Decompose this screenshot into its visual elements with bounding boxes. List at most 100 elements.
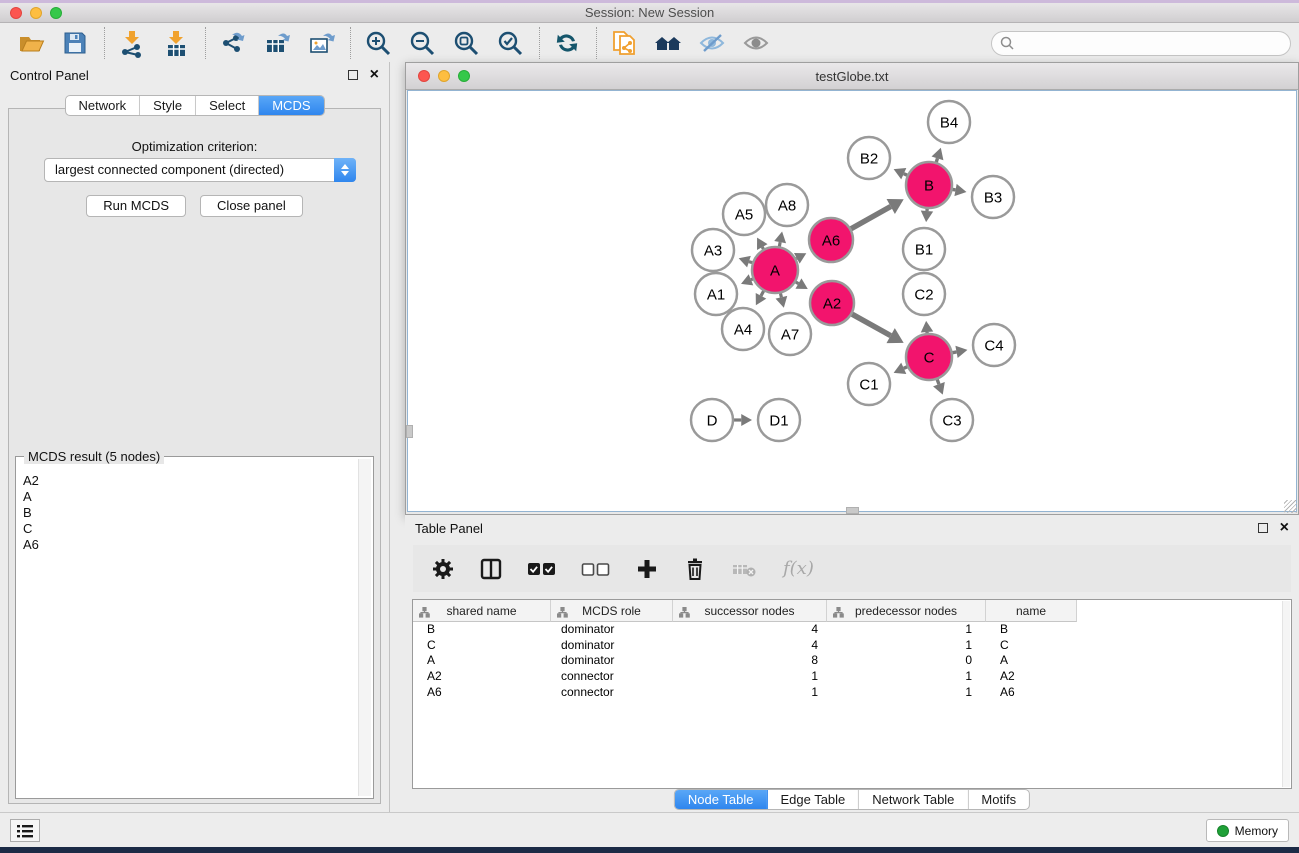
graph-node-D[interactable]: D [691,399,733,441]
graph-edge-B-B3[interactable] [953,189,956,190]
column-header-successor-nodes[interactable]: successor nodes [673,600,827,622]
table-cell[interactable]: C [986,638,1077,654]
column-header-shared-name[interactable]: shared name [413,600,551,622]
zoom-fit-icon[interactable] [449,27,483,59]
table-cell[interactable]: A [986,653,1077,669]
table-cell[interactable]: 0 [827,653,986,669]
maximize-window-button[interactable] [50,7,62,19]
graph-edge-B-B4[interactable] [936,158,937,162]
close-table-panel-icon[interactable]: × [1280,522,1289,534]
column-header-predecessor-nodes[interactable]: predecessor nodes [827,600,986,622]
mcds-result-item[interactable]: C [23,521,357,537]
table-cell[interactable]: 4 [673,622,827,638]
tab-network-table[interactable]: Network Table [859,790,968,809]
graph-node-A3[interactable]: A3 [692,229,734,271]
import-table-icon[interactable] [159,27,193,59]
graph-node-A4[interactable]: A4 [722,308,764,350]
table-row[interactable]: A6connector11A6 [413,685,1291,701]
table-cell[interactable]: A2 [413,669,551,685]
float-table-panel-icon[interactable] [1258,523,1268,533]
table-cell[interactable]: connector [551,685,673,701]
table-cell[interactable]: dominator [551,653,673,669]
settings-gear-icon[interactable] [431,557,455,581]
graph-node-A7[interactable]: A7 [769,313,811,355]
graph-edge-A-A7[interactable] [780,293,781,297]
network-close-button[interactable] [418,70,430,82]
column-header-name[interactable]: name [986,600,1077,622]
graph-edge-A6-B[interactable] [851,206,891,228]
column-header-mcds-role[interactable]: MCDS role [551,600,673,622]
mcds-result-item[interactable]: A6 [23,537,357,553]
graph-node-A8[interactable]: A8 [766,184,808,226]
result-scrollbar[interactable] [358,459,371,796]
table-scrollbar[interactable] [1282,601,1290,787]
export-image-icon[interactable] [304,27,338,59]
graph-node-C1[interactable]: C1 [848,363,890,405]
graph-node-C4[interactable]: C4 [973,324,1015,366]
graph-node-C[interactable]: C [906,334,952,380]
table-cell[interactable]: A6 [413,685,551,701]
table-cell[interactable]: 1 [827,622,986,638]
table-cell[interactable]: 1 [673,685,827,701]
graph-edge-A-A1[interactable] [751,279,753,280]
graph-node-B1[interactable]: B1 [903,228,945,270]
deselect-all-icon[interactable] [581,557,611,581]
vertical-scroll-thumb[interactable] [406,425,413,438]
save-icon[interactable] [58,27,92,59]
table-row[interactable]: Bdominator41B [413,622,1291,638]
graph-edge-C-C1[interactable] [904,367,907,369]
graph-edge-B-B2[interactable] [904,174,907,176]
tab-mcds[interactable]: MCDS [259,96,323,115]
mcds-result-item[interactable]: A [23,489,357,505]
zoom-out-icon[interactable] [405,27,439,59]
graph-edge-A-A2[interactable] [796,282,799,284]
network-maximize-button[interactable] [458,70,470,82]
columns-icon[interactable] [479,557,503,581]
task-history-button[interactable] [10,819,40,842]
graph-edge-A-A8[interactable] [779,242,780,246]
horizontal-scroll-thumb[interactable] [846,507,859,514]
graph-node-B3[interactable]: B3 [972,176,1014,218]
graph-node-B4[interactable]: B4 [928,101,970,143]
close-panel-button[interactable]: Close panel [200,195,303,217]
graph-edge-C-C3[interactable] [937,380,939,385]
network-minimize-button[interactable] [438,70,450,82]
table-cell[interactable]: B [986,622,1077,638]
import-network-icon[interactable] [115,27,149,59]
table-cell[interactable]: 1 [827,685,986,701]
graph-node-A1[interactable]: A1 [695,273,737,315]
table-cell[interactable]: A2 [986,669,1077,685]
graph-node-D1[interactable]: D1 [758,399,800,441]
table-cell[interactable]: 8 [673,653,827,669]
tab-edge-table[interactable]: Edge Table [767,790,859,809]
table-row[interactable]: A2connector11A2 [413,669,1291,685]
add-column-icon[interactable] [635,557,659,581]
network-canvas[interactable]: AA6A2BCA1A3A4A5A7A8B1B2B3B4C1C2C3C4DD1 [407,90,1297,512]
export-network-icon[interactable] [216,27,250,59]
optimization-criterion-dropdown[interactable]: largest connected component (directed) [44,158,356,182]
resize-grip[interactable] [1284,500,1297,513]
table-cell[interactable]: A [413,653,551,669]
network-window-titlebar[interactable]: testGlobe.txt [406,63,1298,90]
graph-edge-A2-C[interactable] [852,314,891,335]
run-mcds-button[interactable]: Run MCDS [86,195,186,217]
tab-motifs[interactable]: Motifs [968,790,1029,809]
refresh-icon[interactable] [550,27,584,59]
graph-node-A[interactable]: A [752,247,798,293]
graph-node-C2[interactable]: C2 [903,273,945,315]
tab-select[interactable]: Select [196,96,259,115]
tab-network[interactable]: Network [65,96,140,115]
export-table-icon[interactable] [260,27,294,59]
network-from-selection-icon[interactable] [607,27,641,59]
mcds-result-item[interactable]: A2 [23,473,357,489]
mcds-result-item[interactable]: B [23,505,357,521]
graph-node-C3[interactable]: C3 [931,399,973,441]
table-cell[interactable]: 1 [673,669,827,685]
graph-edge-A-A4[interactable] [761,291,764,296]
table-cell[interactable]: A6 [986,685,1077,701]
delete-column-icon[interactable] [683,557,707,581]
graph-edge-A-A3[interactable] [749,262,752,263]
graph-node-A5[interactable]: A5 [723,193,765,235]
search-input[interactable] [1020,37,1290,51]
zoom-selected-icon[interactable] [493,27,527,59]
